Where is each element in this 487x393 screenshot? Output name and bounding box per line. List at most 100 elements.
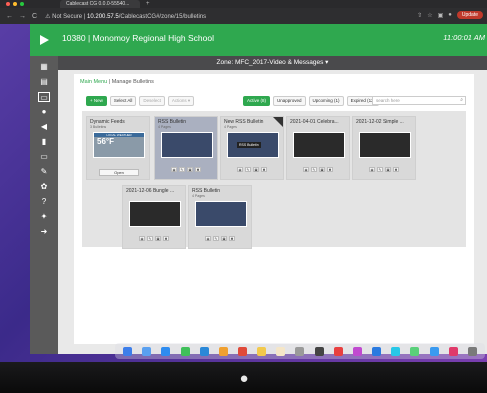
zoom-window-icon[interactable] — [20, 2, 24, 6]
bulletin-thumbnail[interactable] — [293, 132, 345, 158]
copy-icon[interactable]: ▣ — [155, 236, 161, 241]
copy-icon[interactable]: ▣ — [253, 167, 259, 172]
edit-icon[interactable]: ✎ — [377, 167, 383, 172]
bulletin-card[interactable]: RSS Bulletin 4 Pages ◉ ✎ ▣ ✖ — [154, 116, 218, 180]
clapper-icon[interactable]: ▤ — [38, 77, 50, 87]
calendar-icon[interactable]: ▦ — [38, 62, 50, 72]
megaphone-icon[interactable]: ◀ — [38, 122, 50, 132]
filter-unapproved[interactable]: Unapproved — [273, 96, 306, 106]
dock-app-icon[interactable] — [123, 346, 133, 356]
status-filters: Active (8) Unapproved Upcoming (1) Expir… — [243, 96, 380, 106]
dock-app-icon[interactable] — [352, 346, 362, 356]
screen-icon[interactable]: ▭ — [38, 152, 50, 162]
bulletin-card[interactable]: 2021-12-02 Simple ... ◉ ✎ ▣ ✖ — [352, 116, 416, 180]
eye-icon[interactable]: ◉ — [171, 167, 177, 172]
delete-icon[interactable]: ✖ — [261, 167, 267, 172]
eye-icon[interactable]: ◉ — [139, 236, 145, 241]
bulletin-thumbnail[interactable] — [129, 201, 181, 227]
filter-upcoming[interactable]: Upcoming (1) — [308, 96, 344, 106]
delete-icon[interactable]: ✖ — [393, 167, 399, 172]
dock-app-icon[interactable] — [199, 346, 209, 356]
dock-app-icon[interactable] — [429, 346, 439, 356]
deselect-button[interactable]: Deselect — [139, 96, 165, 106]
actions-dropdown[interactable]: Actions ▾ — [167, 96, 195, 106]
minimize-window-icon[interactable] — [13, 2, 17, 6]
copy-icon[interactable]: ▣ — [385, 167, 391, 172]
back-icon[interactable]: ← — [6, 13, 13, 20]
dock-app-icon[interactable] — [257, 346, 267, 356]
bulletin-card[interactable]: 2021-12-06 Bungle ... ◉ ✎ ▣ ✖ — [122, 185, 186, 249]
bulletin-thumbnail[interactable] — [359, 132, 411, 158]
profile-icon[interactable]: ● — [448, 12, 452, 18]
bulletin-card[interactable]: Dynamic Feeds 3 Bulletins LOCAL WEATHER 56°… — [86, 116, 150, 180]
dock-app-icon[interactable] — [391, 346, 401, 356]
display-icon[interactable]: ▭ — [38, 92, 50, 102]
bulletin-card[interactable]: New RSS Bulletin 4 Pages ◉ ✎ ▣ ✖ — [220, 116, 284, 180]
zone-selector[interactable]: Zone: MFC_2017-Video & Messages ▾ — [58, 56, 487, 70]
eye-icon[interactable]: ◉ — [237, 167, 243, 172]
card-actions: ◉ ✎ ▣ ✖ — [155, 167, 217, 172]
select-all-button[interactable]: Select All — [109, 96, 137, 106]
dock-app-icon[interactable] — [372, 346, 382, 356]
gear-icon[interactable]: ✿ — [38, 182, 50, 192]
browser-tab[interactable]: Cablecast CG 0.0.0-55540... — [60, 0, 140, 8]
app-logo[interactable] — [30, 24, 58, 56]
bulletin-thumbnail[interactable]: LOCAL WEATHER 56°F — [93, 132, 145, 158]
users-icon[interactable]: ✦ — [38, 212, 50, 222]
copy-icon[interactable]: ▣ — [319, 167, 325, 172]
new-tab-icon[interactable]: + — [146, 0, 150, 8]
breadcrumb-main-menu[interactable]: Main Menu — [80, 79, 107, 85]
extensions-icon[interactable]: ▣ — [438, 12, 444, 19]
address-field[interactable]: ⚠ Not Secure | 10.200.57.5/CablecastCG#/… — [45, 13, 206, 20]
edit-icon[interactable]: ✎ — [179, 167, 185, 172]
edit-icon[interactable]: ✎ — [245, 167, 251, 172]
edit-icon[interactable]: ✎ — [311, 167, 317, 172]
bulletin-subtitle: 3 Bulletins — [90, 125, 107, 129]
forward-icon[interactable]: → — [19, 13, 26, 20]
open-button[interactable]: Open — [99, 169, 139, 176]
delete-icon[interactable]: ✖ — [229, 236, 235, 241]
dock-app-icon[interactable] — [295, 346, 305, 356]
dock-app-icon[interactable] — [333, 346, 343, 356]
dock-app-icon[interactable] — [161, 346, 171, 356]
bulb-icon[interactable]: ● — [38, 107, 50, 117]
share-icon[interactable]: ⇧ — [417, 12, 422, 19]
bookmark-star-icon[interactable]: ☆ — [427, 12, 432, 19]
edit-icon[interactable]: ✎ — [147, 236, 153, 241]
search-input[interactable]: search here ⌕ — [372, 96, 466, 105]
eye-icon[interactable]: ◉ — [205, 236, 211, 241]
logout-icon[interactable]: ➜ — [38, 227, 50, 237]
eye-icon[interactable]: ◉ — [369, 167, 375, 172]
monitor-icon[interactable]: ▮ — [38, 137, 50, 147]
eye-icon[interactable]: ◉ — [303, 167, 309, 172]
bulletin-title: Dynamic Feeds — [90, 119, 125, 125]
new-button[interactable]: + New — [86, 96, 107, 106]
bulletin-thumbnail[interactable] — [195, 201, 247, 227]
dock-app-icon[interactable] — [467, 346, 477, 356]
bulletin-thumbnail[interactable] — [161, 132, 213, 158]
bulletin-card[interactable]: RSS Bulletin 4 Pages ◉ ✎ ▣ ✖ — [188, 185, 252, 249]
bulletin-title: 2021-12-06 Bungle ... — [126, 188, 175, 194]
update-button[interactable]: Update — [456, 11, 483, 19]
reload-icon[interactable]: C — [32, 13, 37, 20]
dock-app-icon[interactable] — [448, 346, 458, 356]
dock-app-icon[interactable] — [180, 346, 190, 356]
copy-icon[interactable]: ▣ — [187, 167, 193, 172]
copy-icon[interactable]: ▣ — [221, 236, 227, 241]
dock-app-icon[interactable] — [314, 346, 324, 356]
help-icon[interactable]: ? — [38, 197, 50, 207]
delete-icon[interactable]: ✖ — [163, 236, 169, 241]
filter-active[interactable]: Active (8) — [243, 96, 271, 106]
dock-app-icon[interactable] — [276, 346, 286, 356]
breadcrumb: Main Menu | Manage Bulletins — [80, 79, 154, 85]
bulletin-card[interactable]: 2021-04-01 Celebra... ◉ ✎ ▣ ✖ — [286, 116, 350, 180]
dock-app-icon[interactable] — [238, 346, 248, 356]
dock-app-icon[interactable] — [218, 346, 228, 356]
edit-icon[interactable]: ✎ — [213, 236, 219, 241]
dock-app-icon[interactable] — [142, 346, 152, 356]
delete-icon[interactable]: ✖ — [195, 167, 201, 172]
close-window-icon[interactable] — [6, 2, 10, 6]
delete-icon[interactable]: ✖ — [327, 167, 333, 172]
dock-app-icon[interactable] — [410, 346, 420, 356]
wrench-icon[interactable]: ✎ — [38, 167, 50, 177]
